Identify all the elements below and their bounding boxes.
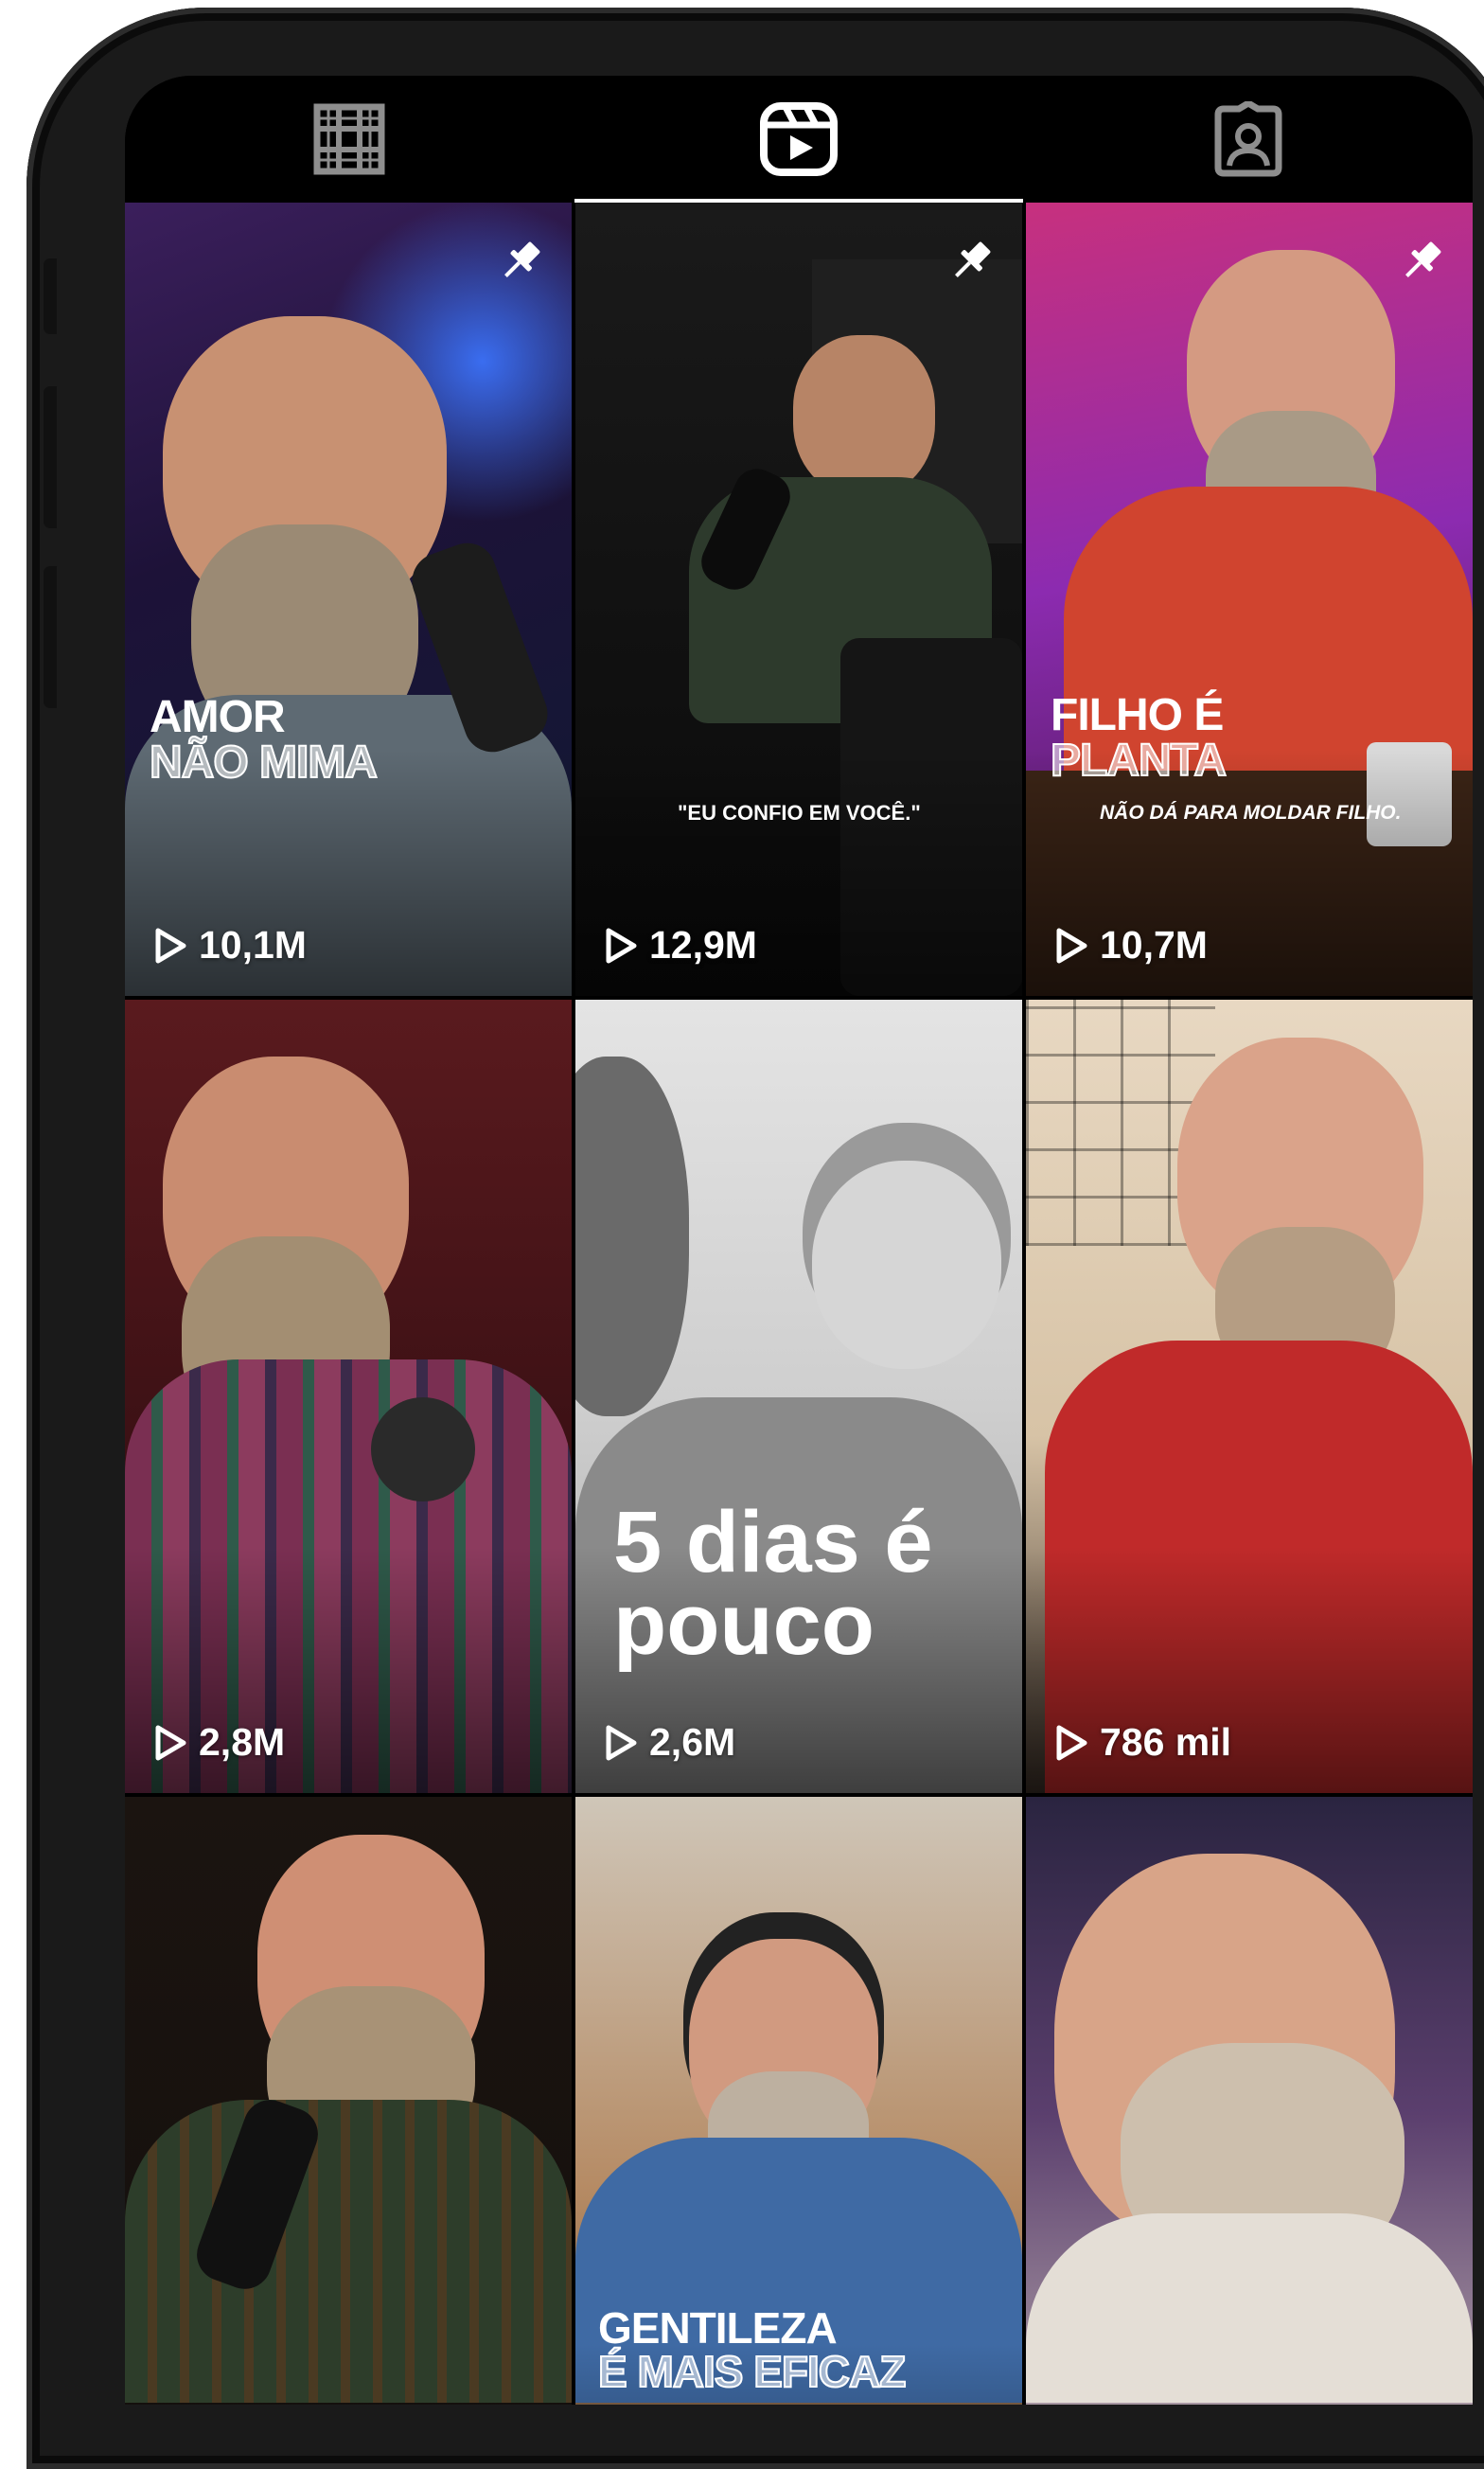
reel-child — [812, 1161, 1001, 1369]
reel-caption-sub: NÃO DÁ PARA MOLDAR FILHO. — [1100, 802, 1402, 824]
reel-caption-quote: "EU CONFIO EM VOCÊ." — [678, 801, 921, 825]
phone-volume-down-button — [44, 566, 57, 708]
reel-caption: GENTILEZA É MAIS EFICAZ — [597, 2303, 907, 2396]
tab-posts-grid[interactable] — [125, 76, 574, 203]
reel-tile[interactable] — [125, 1797, 572, 2405]
reel-caption-line2: NÃO MIMA — [149, 737, 379, 788]
reel-caption: AMOR NÃO MIMA — [149, 692, 379, 788]
reel-view-count-text: 2,6M — [649, 1720, 736, 1764]
reel-tile[interactable] — [1026, 1797, 1473, 2405]
reel-caption-line1: GENTILEZA — [598, 2303, 838, 2353]
reel-view-count-text: 2,8M — [199, 1720, 286, 1764]
reel-view-count: 2,6M — [604, 1720, 735, 1765]
tab-reels[interactable] — [574, 76, 1023, 203]
profile-tab-bar — [125, 76, 1473, 203]
phone-screen: AMOR NÃO MIMA 10,1M "EU CONFIO EM VOCÊ."… — [125, 76, 1473, 2405]
reel-tile[interactable]: GENTILEZA É MAIS EFICAZ — [575, 1797, 1022, 2405]
reel-view-count-text: 10,7M — [1100, 923, 1208, 967]
pin-icon — [1405, 241, 1441, 277]
reel-view-count-text: 786 mil — [1100, 1720, 1232, 1764]
reel-microphone — [371, 1397, 475, 1501]
reels-grid: AMOR NÃO MIMA 10,1M "EU CONFIO EM VOCÊ."… — [125, 203, 1473, 2405]
reel-caption-line1: FILHO É — [1051, 690, 1224, 740]
reel-caption-text: 5 dias é pouco — [613, 1494, 933, 1674]
reel-caption-line1: AMOR — [150, 692, 286, 742]
reel-view-count: 10,7M — [1054, 923, 1208, 968]
phone-volume-up-button — [44, 386, 57, 528]
reel-tile[interactable]: AMOR NÃO MIMA 10,1M — [125, 203, 572, 996]
play-icon — [606, 928, 637, 963]
reel-caption: FILHO É PLANTA — [1050, 690, 1228, 786]
tagged-icon — [1214, 101, 1282, 177]
play-icon — [1056, 928, 1087, 963]
reel-view-count-text: 12,9M — [649, 923, 757, 967]
reel-tile[interactable]: 786 mil — [1026, 1000, 1473, 1793]
reel-tile[interactable]: 2,8M — [125, 1000, 572, 1793]
pin-icon — [955, 241, 991, 277]
play-icon — [606, 1725, 637, 1760]
reel-person-shirt — [1026, 2213, 1473, 2403]
reel-caption-line2: PLANTA — [1050, 736, 1228, 786]
reel-tile[interactable]: 5 dias é pouco 2,6M — [575, 1000, 1022, 1793]
reel-tile[interactable]: "EU CONFIO EM VOCÊ." 12,9M — [575, 203, 1022, 996]
grid-icon — [313, 103, 385, 175]
phone-side-button — [44, 258, 57, 334]
reel-view-count: 10,1M — [153, 923, 307, 968]
reel-caption-line2: É MAIS EFICAZ — [597, 2347, 907, 2396]
reel-person — [793, 335, 935, 496]
play-icon — [1056, 1725, 1087, 1760]
reel-view-count: 786 mil — [1054, 1720, 1231, 1765]
reel-person-shirt — [125, 2100, 572, 2403]
reel-view-count: 2,8M — [153, 1720, 285, 1765]
reel-tile[interactable]: FILHO É PLANTA NÃO DÁ PARA MOLDAR FILHO. — [1026, 203, 1473, 996]
reels-icon — [760, 102, 838, 176]
play-icon — [155, 928, 186, 963]
pin-icon — [504, 241, 540, 277]
reel-view-count: 12,9M — [604, 923, 757, 968]
tab-tagged[interactable] — [1024, 76, 1473, 203]
phone-frame: AMOR NÃO MIMA 10,1M "EU CONFIO EM VOCÊ."… — [26, 8, 1484, 2469]
reel-view-count-text: 10,1M — [199, 923, 307, 967]
play-icon — [155, 1725, 186, 1760]
